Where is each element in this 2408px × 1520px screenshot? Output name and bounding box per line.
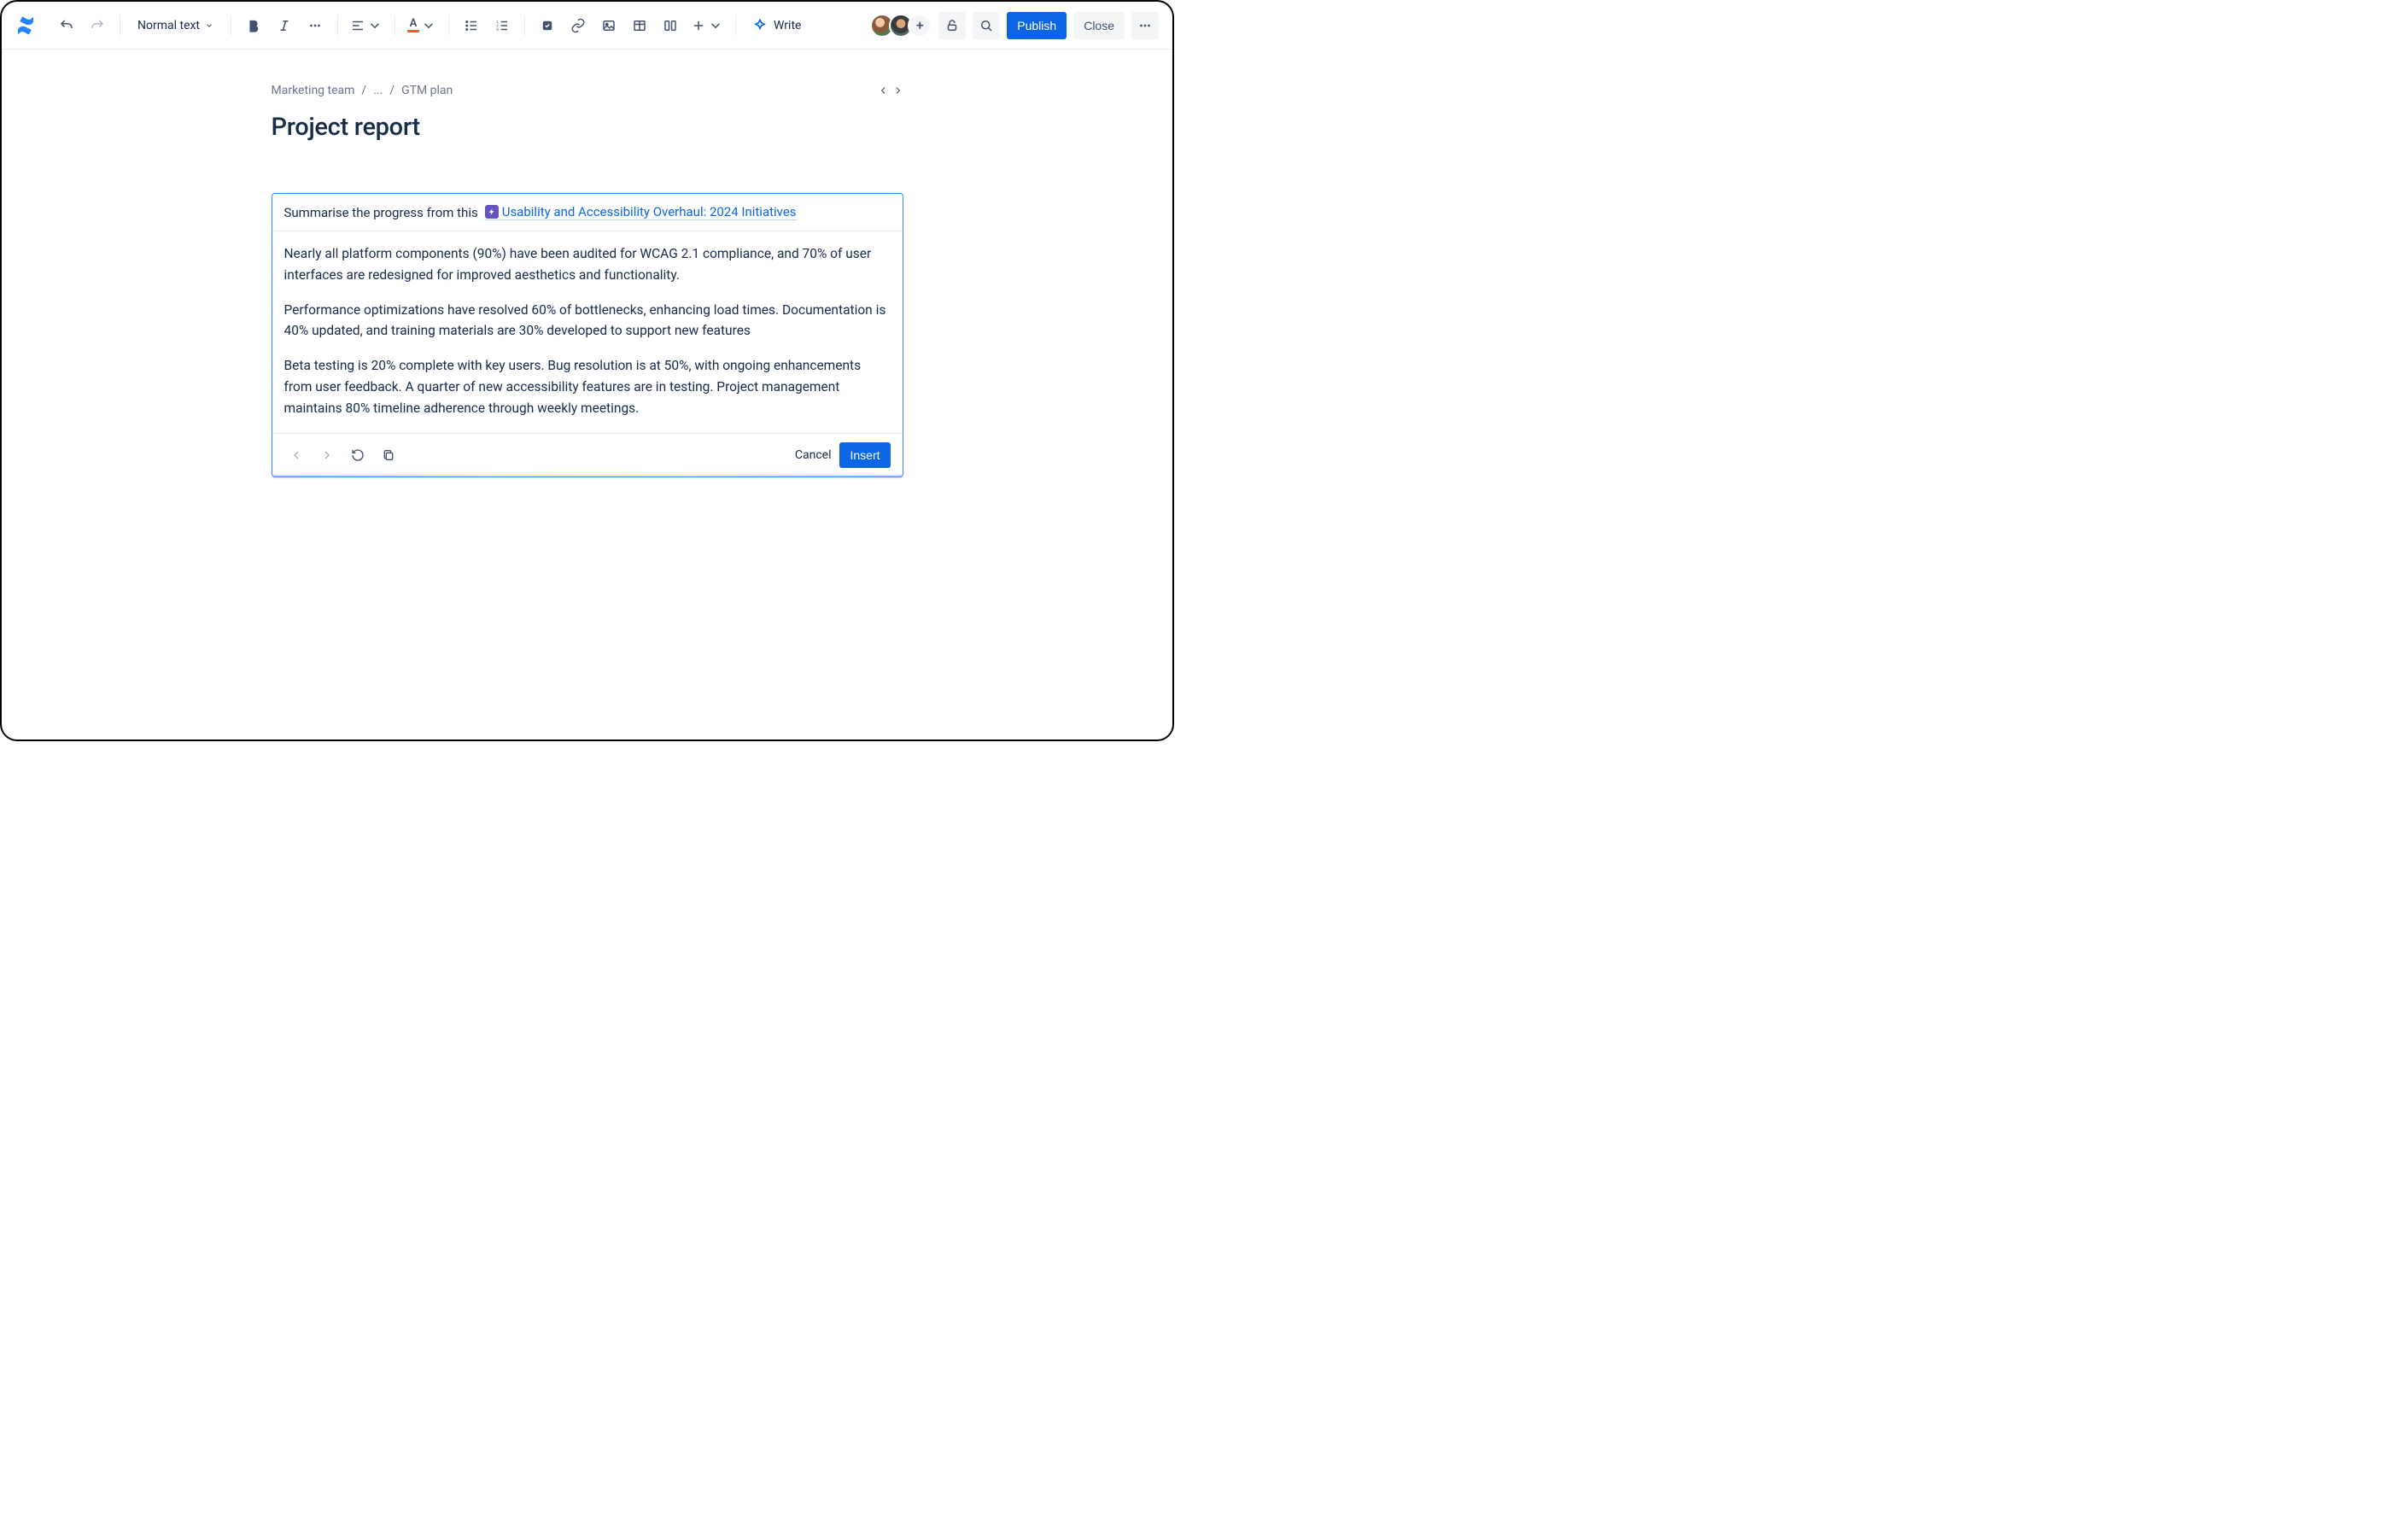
italic-button[interactable] (271, 12, 298, 39)
chevron-down-icon (205, 21, 213, 30)
page-title[interactable]: Project report (272, 113, 903, 142)
more-actions-button[interactable] (1131, 12, 1159, 39)
insert-dropdown[interactable] (687, 12, 727, 39)
ai-insert-button[interactable]: Insert (839, 442, 890, 468)
ai-paragraph: Performance optimizations have resolved … (284, 300, 891, 342)
numbered-list-button[interactable]: 123 (488, 12, 516, 39)
ai-source-link[interactable]: Usability and Accessibility Overhaul: 20… (485, 204, 797, 220)
ai-retry-button[interactable] (346, 443, 370, 467)
restrictions-button[interactable] (938, 12, 966, 39)
ai-prompt-text: Summarise the progress from this (284, 205, 478, 220)
ai-paragraph: Beta testing is 20% complete with key us… (284, 355, 891, 418)
ai-paragraph: Nearly all platform components (90%) hav… (284, 243, 891, 286)
layouts-button[interactable] (657, 12, 684, 39)
find-button[interactable] (973, 12, 1000, 39)
ai-write-button[interactable]: Write (745, 12, 808, 39)
write-label: Write (774, 19, 801, 32)
confluence-logo-icon[interactable] (15, 15, 36, 36)
action-item-button[interactable] (534, 12, 561, 39)
breadcrumb: Marketing team / ... / GTM plan (272, 84, 453, 97)
breadcrumb-ellipsis[interactable]: ... (373, 84, 383, 97)
image-button[interactable] (595, 12, 622, 39)
table-button[interactable] (626, 12, 653, 39)
bullet-list-button[interactable] (458, 12, 485, 39)
redo-button[interactable] (84, 12, 111, 39)
bold-button[interactable] (240, 12, 267, 39)
text-style-dropdown[interactable]: Normal text (129, 12, 222, 39)
align-dropdown[interactable] (347, 12, 386, 39)
more-formatting-button[interactable] (301, 12, 329, 39)
svg-text:3: 3 (496, 27, 499, 32)
smart-link-icon (485, 205, 499, 219)
undo-button[interactable] (53, 12, 80, 39)
ai-source-link-text: Usability and Accessibility Overhaul: 20… (502, 204, 797, 219)
link-button[interactable] (564, 12, 592, 39)
atlassian-ai-icon (751, 17, 769, 34)
text-color-dropdown[interactable]: A (404, 12, 440, 39)
page-width-toggle[interactable] (878, 85, 903, 96)
close-button[interactable]: Close (1073, 12, 1125, 39)
publish-button[interactable]: Publish (1007, 12, 1067, 39)
breadcrumb-page[interactable]: GTM plan (401, 84, 453, 97)
ai-response-body: Nearly all platform components (90%) hav… (272, 231, 903, 433)
ai-next-button (315, 443, 339, 467)
ai-panel-footer: Cancel Insert (272, 433, 903, 476)
breadcrumb-space[interactable]: Marketing team (272, 84, 355, 97)
collaborator-avatars: + (870, 14, 932, 38)
ai-summary-panel: Summarise the progress from this Usabili… (272, 193, 903, 477)
text-style-label: Normal text (137, 19, 200, 32)
add-collaborator-button[interactable]: + (908, 14, 932, 38)
editor-content: Marketing team / ... / GTM plan Project … (2, 50, 1172, 477)
editor-toolbar: Normal text A 123 Write (2, 2, 1172, 50)
ai-cancel-button[interactable]: Cancel (795, 448, 832, 462)
ai-copy-button[interactable] (377, 443, 400, 467)
ai-prompt-bar[interactable]: Summarise the progress from this Usabili… (272, 194, 903, 231)
ai-prev-button (284, 443, 308, 467)
